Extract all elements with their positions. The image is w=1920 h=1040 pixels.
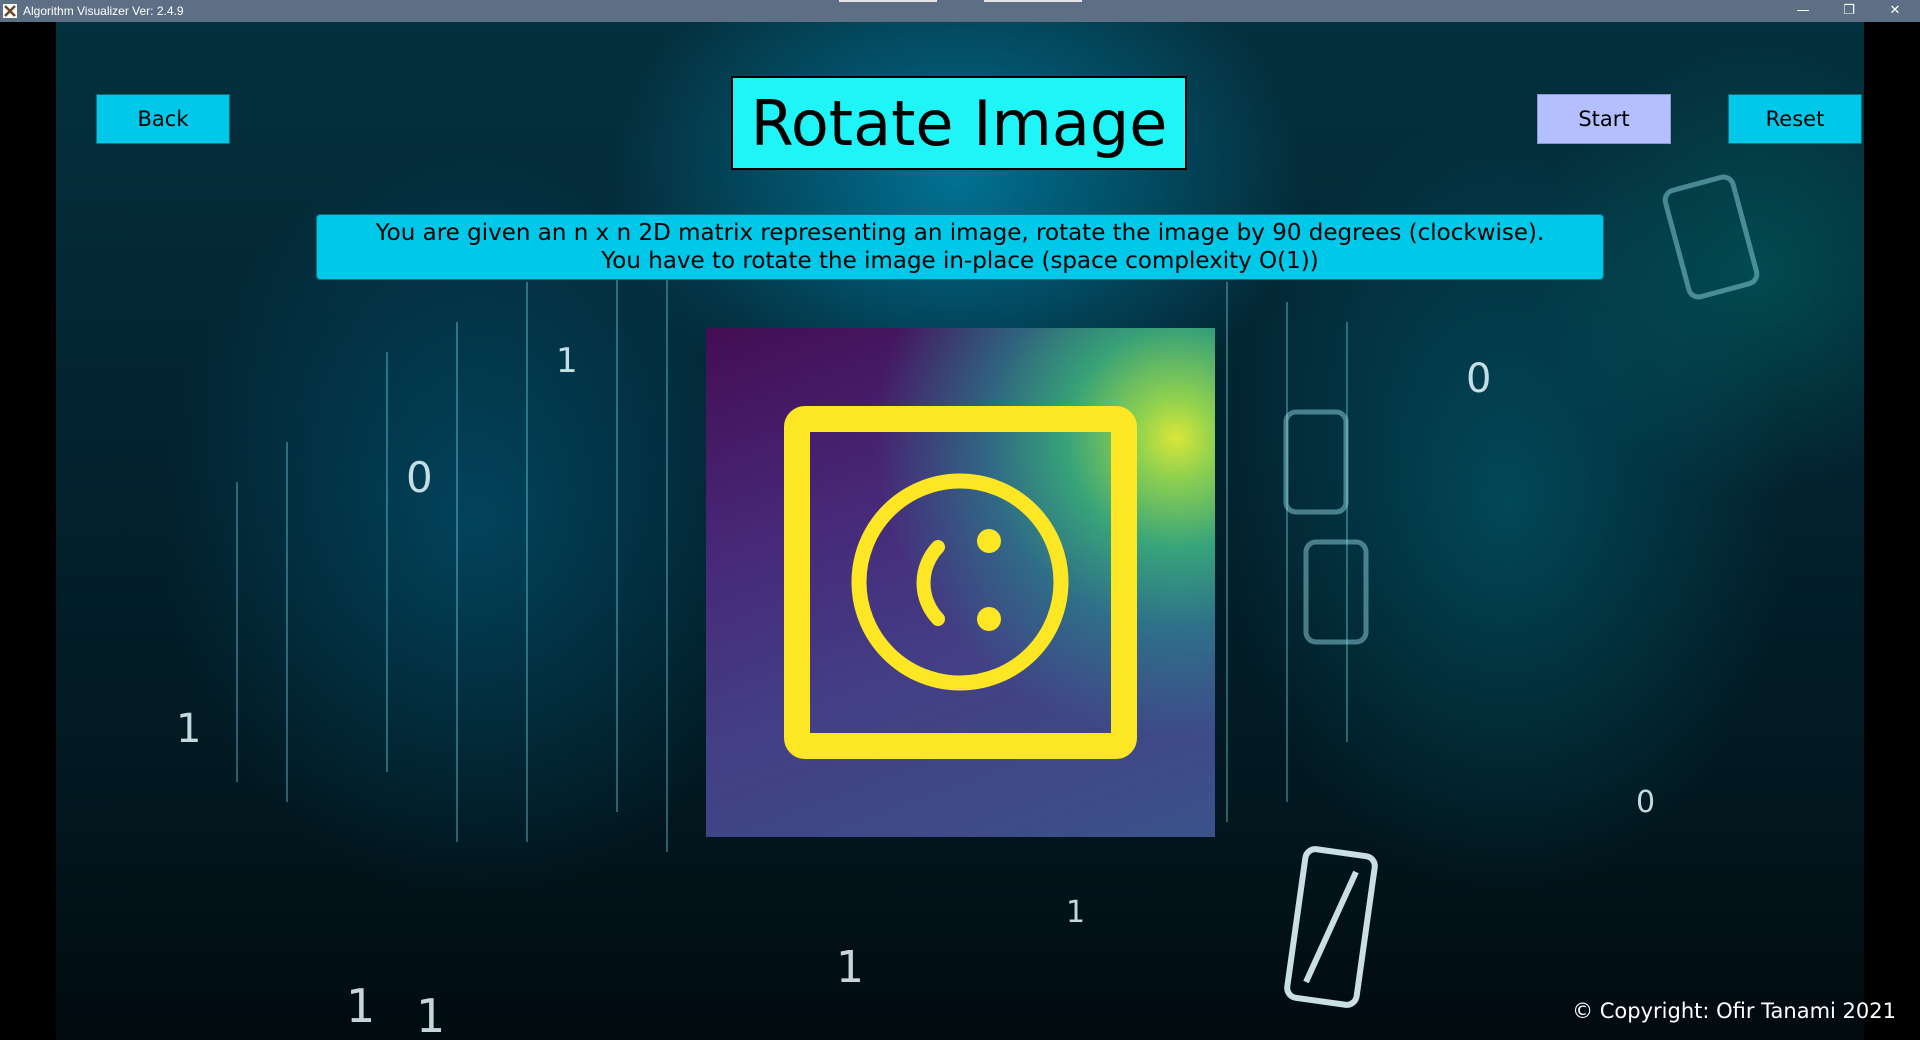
app-icon [3, 4, 17, 18]
titlebar-mark [839, 0, 937, 2]
svg-text:1: 1 [1066, 895, 1085, 930]
svg-text:0: 0 [1636, 785, 1655, 820]
back-button[interactable]: Back [96, 94, 230, 144]
description-line-1: You are given an n x n 2D matrix represe… [375, 220, 1545, 246]
copyright-text: © Copyright: Ofir Tanami 2021 [1572, 999, 1896, 1023]
page-title: Rotate Image [731, 76, 1187, 170]
reset-button[interactable]: Reset [1728, 94, 1862, 144]
start-button[interactable]: Start [1537, 94, 1671, 144]
app-content: 0 1 1 1 1 1 1 0 0 1 Back Rotate Image St… [0, 22, 1920, 1040]
svg-text:0: 0 [1466, 356, 1491, 402]
svg-text:0: 0 [406, 453, 433, 502]
svg-text:1: 1 [416, 989, 445, 1040]
window-titlebar[interactable]: Algorithm Visualizer Ver: 2.4.9 — ❐ ✕ [0, 0, 1920, 22]
svg-text:1: 1 [176, 706, 201, 752]
restore-button[interactable]: ❐ [1827, 0, 1871, 22]
description-line-2: You have to rotate the image in-place (s… [601, 248, 1319, 274]
svg-text:1: 1 [556, 341, 578, 381]
close-button[interactable]: ✕ [1873, 0, 1917, 22]
svg-text:1: 1 [346, 979, 375, 1033]
minimize-button[interactable]: — [1781, 0, 1825, 22]
smiley-face-rotated-icon [784, 406, 1137, 759]
matrix-image [706, 328, 1215, 837]
problem-description: You are given an n x n 2D matrix represe… [316, 214, 1604, 280]
window-title: Algorithm Visualizer Ver: 2.4.9 [23, 4, 184, 18]
titlebar-mark [984, 0, 1082, 2]
svg-text:1: 1 [836, 942, 864, 993]
